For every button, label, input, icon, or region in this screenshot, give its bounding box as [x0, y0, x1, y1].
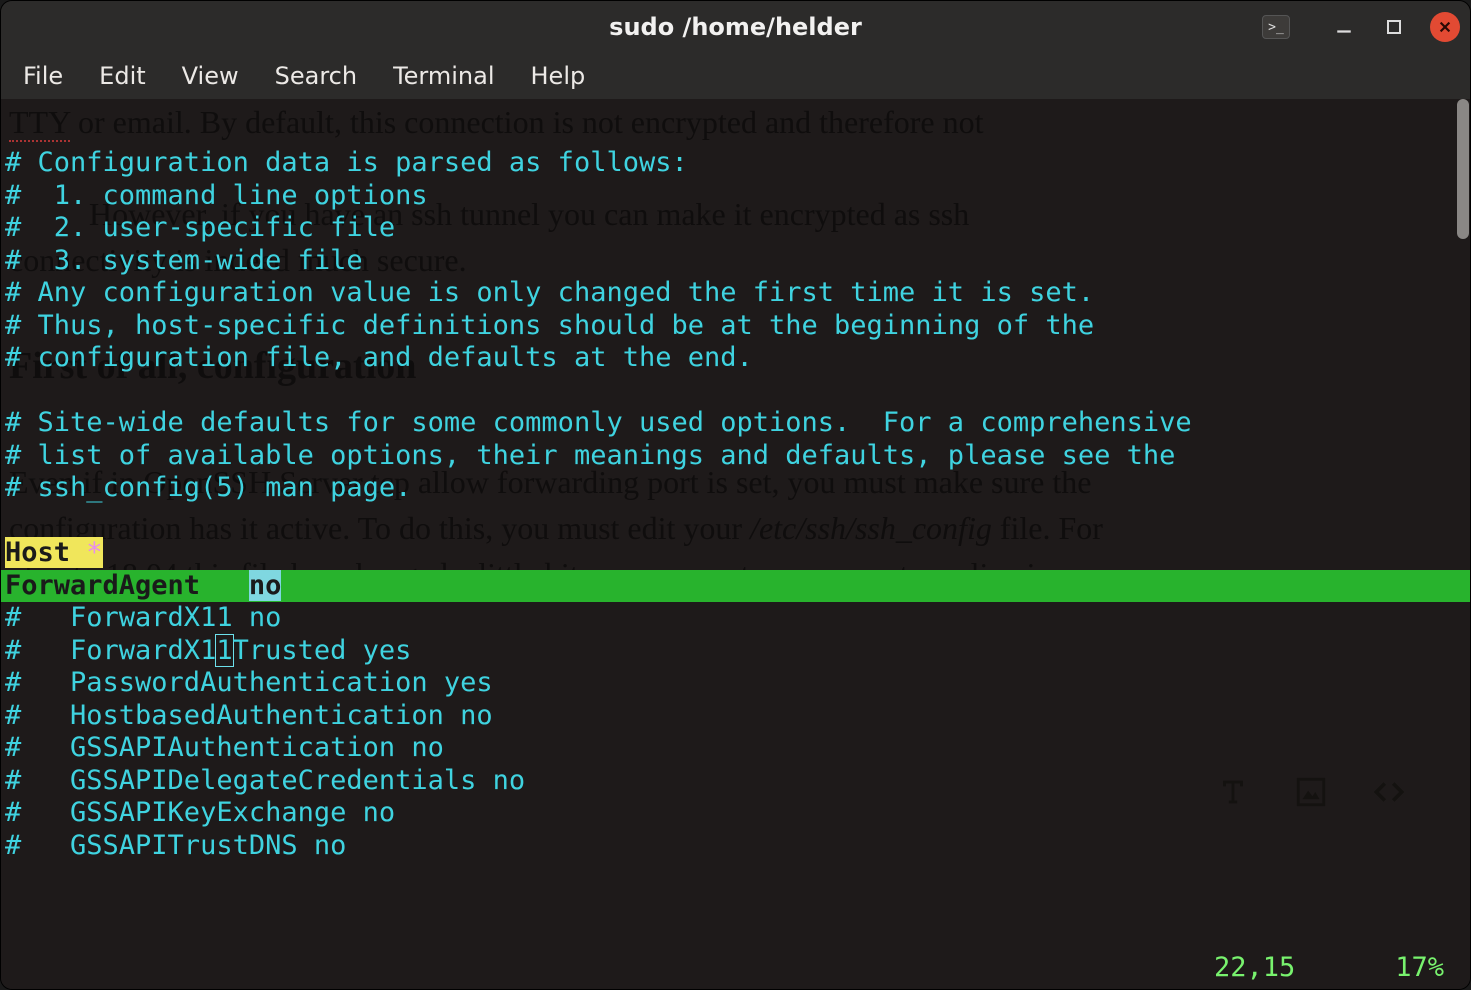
titlebar: sudo /home/helder >_: [1, 1, 1470, 53]
terminal-window: sudo /home/helder >_ File Edit View Search T…: [0, 0, 1471, 990]
vim-status-ruler: 22,15 17%: [1214, 952, 1444, 983]
scroll-percent: 17%: [1395, 952, 1444, 983]
menu-item-edit[interactable]: Edit: [99, 62, 145, 90]
menubar: File Edit View Search Terminal Help: [1, 53, 1470, 99]
close-button[interactable]: [1430, 12, 1460, 42]
terminal-icon: >_: [1262, 15, 1290, 39]
window-title: sudo /home/helder: [1, 13, 1470, 41]
maximize-button[interactable]: [1380, 13, 1408, 41]
scrollbar[interactable]: [1456, 99, 1470, 989]
menu-item-terminal[interactable]: Terminal: [393, 62, 494, 90]
minimize-button[interactable]: [1330, 13, 1358, 41]
editor-content[interactable]: # Configuration data is parsed as follow…: [1, 99, 1470, 989]
cursor-position: 22,15: [1214, 952, 1295, 983]
menu-item-search[interactable]: Search: [275, 62, 357, 90]
menu-item-view[interactable]: View: [182, 62, 239, 90]
terminal-area[interactable]: TTY or email. By default, this connectio…: [1, 99, 1470, 989]
scroll-thumb[interactable]: [1457, 99, 1469, 239]
cursor-line: ForwardAgent no: [1, 570, 1470, 603]
menu-item-help[interactable]: Help: [531, 62, 586, 90]
menu-item-file[interactable]: File: [23, 62, 63, 90]
window-controls: >_: [1262, 1, 1460, 53]
